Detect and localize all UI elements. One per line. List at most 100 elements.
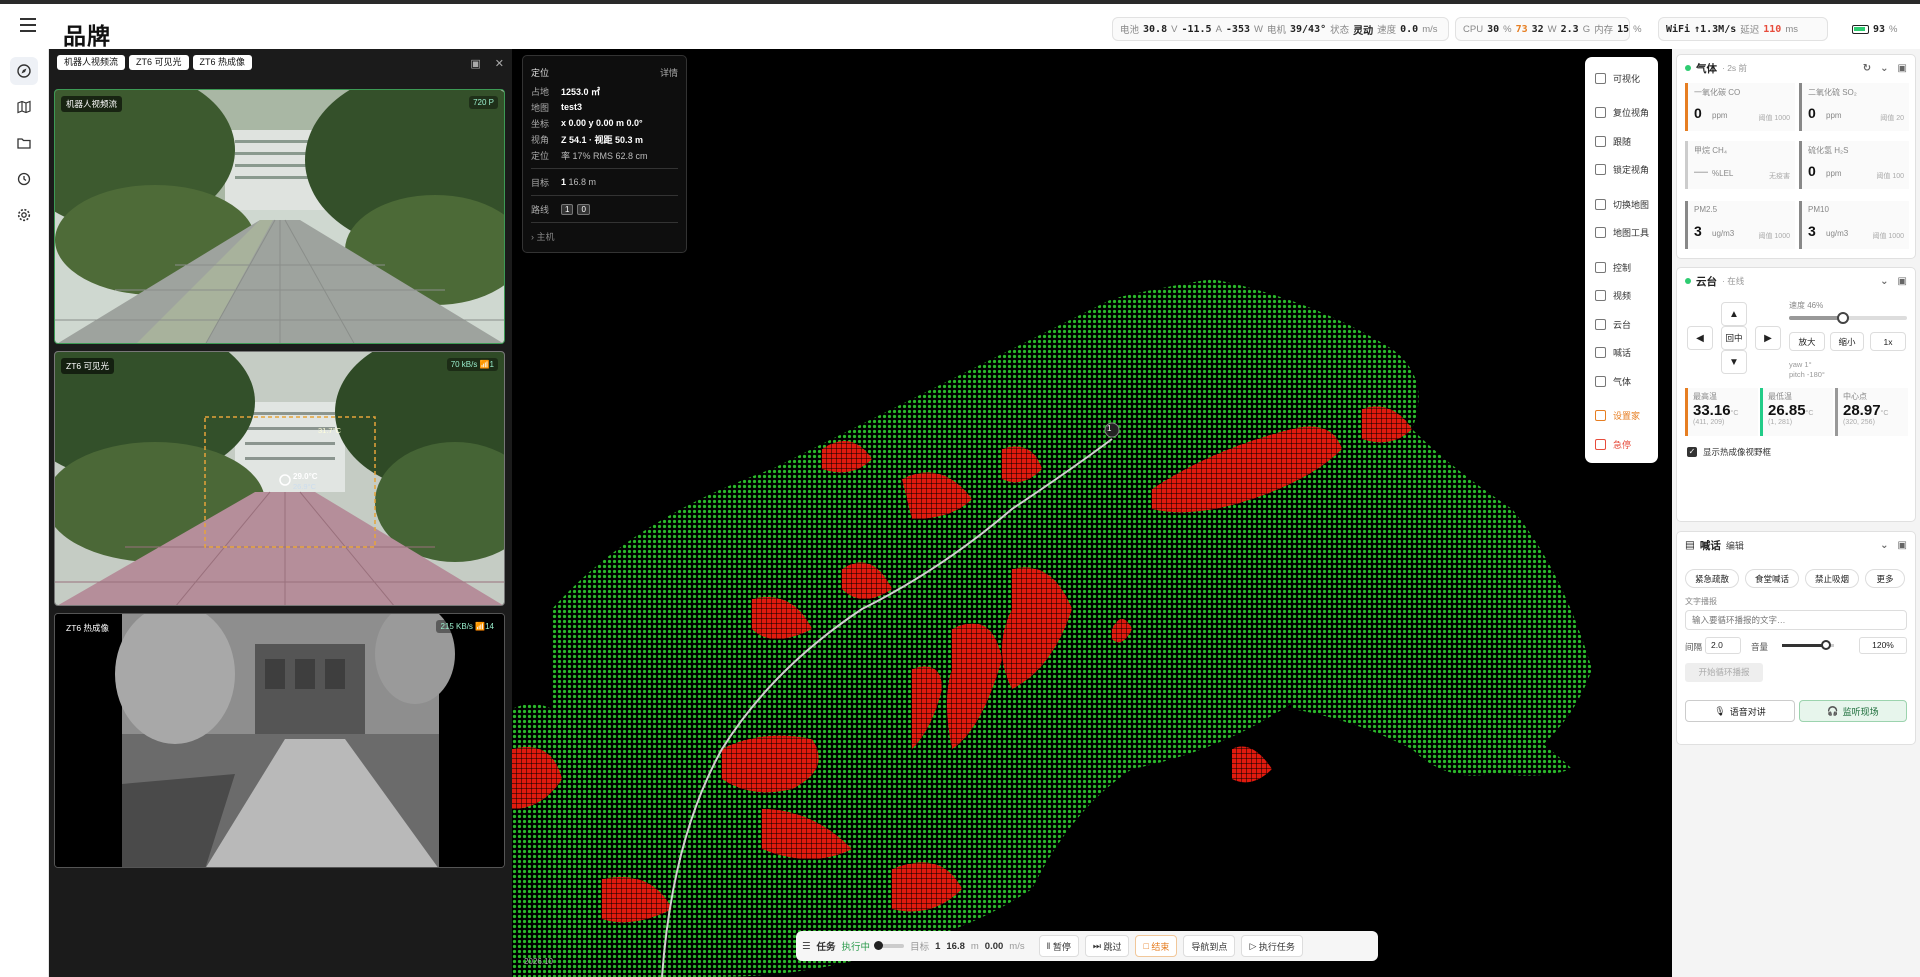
tool-control[interactable]: 控制 xyxy=(1585,253,1658,282)
ptz-right-button[interactable]: ▶ xyxy=(1755,326,1781,350)
robot-camera-image xyxy=(55,90,504,343)
mic-icon: 🎙 xyxy=(1714,705,1726,716)
nav-map[interactable] xyxy=(10,93,38,121)
popout-icon[interactable]: ▣ xyxy=(1898,63,1907,74)
ptz-speed-slider[interactable] xyxy=(1789,312,1907,324)
execute-task-button[interactable]: ▷ 执行任务 xyxy=(1241,935,1303,957)
feed-label: ZT6 热成像 xyxy=(61,620,114,636)
gas-co: 一氧化碳 CO 0 ppm 阈值 1000 xyxy=(1685,83,1795,131)
lock-icon xyxy=(1595,164,1606,176)
tool-ptz[interactable]: 云台 xyxy=(1585,310,1658,339)
tool-icon xyxy=(1595,227,1606,239)
ptz-speed-label: 速度 46% xyxy=(1789,301,1824,310)
feed-label: ZT6 可见光 xyxy=(61,358,114,374)
volume-slider[interactable] xyxy=(1782,640,1834,650)
chevron-down-icon[interactable]: ⌄ xyxy=(1880,63,1888,74)
ptz-center-button[interactable]: 回中 xyxy=(1721,326,1747,350)
nav-navigation[interactable] xyxy=(10,57,38,85)
popout-icon[interactable]: ▣ xyxy=(1898,540,1907,551)
chevron-down-icon[interactable]: ⌄ xyxy=(1880,540,1888,551)
tool-switch-map[interactable]: 切换地图 xyxy=(1585,190,1658,219)
video-panel: 机器人视频流 ZT6 可见光 ZT6 热成像 ▣ ✕ 机器人视频流 720 P xyxy=(49,49,512,977)
listen-button[interactable]: 🎧 监听现场 xyxy=(1799,700,1907,722)
feed-stat: 70 kB/s 📶1 xyxy=(446,358,498,371)
tool-visualize[interactable]: 可视化 xyxy=(1585,64,1658,93)
compass-icon xyxy=(17,64,31,78)
location-title: 定位 xyxy=(531,67,550,78)
tab-robot-stream[interactable]: 机器人视频流 xyxy=(57,55,126,70)
ptz-down-button[interactable]: ▼ xyxy=(1721,350,1747,374)
video-icon xyxy=(1595,290,1606,302)
chip-more[interactable]: 更多 xyxy=(1865,569,1905,588)
thermal-camera-image xyxy=(55,614,504,867)
feed-label: 机器人视频流 xyxy=(61,96,123,112)
tool-video[interactable]: 视频 xyxy=(1585,282,1658,311)
battery-status: 93% xyxy=(1845,17,1913,41)
temp-max-label: 31.7°C xyxy=(318,426,342,435)
tool-map-tools[interactable]: 地图工具 xyxy=(1585,219,1658,248)
show-fov-toggle[interactable]: ✓ 显示热成像视野框 xyxy=(1687,446,1771,458)
skip-button[interactable]: ⏭ 跳过 xyxy=(1084,935,1130,957)
edit-link[interactable]: 编辑 xyxy=(1726,539,1744,552)
map-icon xyxy=(17,100,31,114)
host-expander[interactable]: › 主机 xyxy=(531,228,678,244)
eye-icon xyxy=(1595,72,1606,84)
video-feed-thermal[interactable]: ZT6 热成像 215 KB/s 📶14 xyxy=(54,613,505,868)
nav-to-point-button[interactable]: 导航到点 xyxy=(1183,935,1236,957)
refresh-icon[interactable]: ↻ xyxy=(1863,63,1871,74)
zoom-level[interactable]: 1x xyxy=(1870,332,1906,351)
nav-files[interactable] xyxy=(10,129,38,157)
checkbox-icon[interactable]: ✓ xyxy=(1687,447,1697,457)
route-pill-a[interactable]: 1 xyxy=(561,203,574,215)
tool-reset-view[interactable]: 复位视角 xyxy=(1585,99,1658,128)
tool-lock-view[interactable]: 锁定视角 xyxy=(1585,156,1658,185)
zoom-out-button[interactable]: 缩小 xyxy=(1830,332,1864,351)
nav-history[interactable] xyxy=(10,165,38,193)
chip-evacuate[interactable]: 紧急疏散 xyxy=(1685,569,1739,588)
detail-toggle[interactable]: 详情 xyxy=(660,66,678,79)
gas-ch4: 甲烷 CH₄ — %LEL 无疫害 xyxy=(1685,141,1795,189)
layout-icon[interactable]: ▣ xyxy=(470,57,480,70)
chevron-down-icon[interactable]: ⌄ xyxy=(1880,276,1888,287)
control-icon xyxy=(1595,261,1606,273)
start-loop-button[interactable]: 开始循环播报 xyxy=(1685,663,1763,682)
video-feed-robot[interactable]: 机器人视频流 720 P xyxy=(54,89,505,344)
feed-stat: 720 P xyxy=(469,96,498,109)
tool-follow[interactable]: 跟随 xyxy=(1585,127,1658,156)
robot-status-group: 电池 30.8 V -11.5 A -353 W 电机 39/43° 状态 灵动 速度 0.0… xyxy=(1112,17,1449,41)
end-button[interactable]: □ 结束 xyxy=(1135,935,1178,957)
gas-icon xyxy=(1595,375,1606,387)
top-bar: 品牌 电池 30.8 V -11.5 A -353 W 电机 39/43° 状态 灵动 速度… xyxy=(0,0,1920,49)
chip-canteen[interactable]: 食堂喊话 xyxy=(1745,569,1799,588)
pause-button[interactable]: ‖ 暂停 xyxy=(1038,935,1079,957)
broadcast-text-input[interactable] xyxy=(1685,610,1907,630)
close-icon[interactable]: ✕ xyxy=(495,57,504,70)
tab-zt6-visible[interactable]: ZT6 可见光 xyxy=(129,55,189,70)
speaker-icon: ▤ xyxy=(1685,539,1695,551)
ptz-up-button[interactable]: ▲ xyxy=(1721,302,1747,326)
menu-icon[interactable] xyxy=(20,18,36,32)
volume-value[interactable]: 120% xyxy=(1859,637,1907,654)
route-pill-b[interactable]: 0 xyxy=(577,203,590,215)
ptz-left-button[interactable]: ◀ xyxy=(1687,326,1713,350)
zoom-in-button[interactable]: 放大 xyxy=(1789,332,1825,351)
follow-icon xyxy=(1595,135,1606,147)
loc-quality: 率 17% RMS 62.8 cm xyxy=(561,150,648,161)
battery-icon xyxy=(1852,24,1869,34)
right-panel: 气体 · 2s 前 ↻ ⌄ ▣ 一氧化碳 CO 0 ppm 阈值 1000 二氧化硫 SO… xyxy=(1672,49,1920,977)
gear-icon xyxy=(17,208,31,222)
popout-icon[interactable]: ▣ xyxy=(1898,276,1907,287)
home-icon xyxy=(1595,410,1606,422)
nav-settings[interactable] xyxy=(10,201,38,229)
tool-estop[interactable]: 急停 xyxy=(1585,430,1658,459)
temp-center: 中心点 28.97°C (320, 256) xyxy=(1835,388,1908,436)
interval-input[interactable]: 2.0 xyxy=(1705,637,1741,654)
tool-set-home[interactable]: 设置家 xyxy=(1585,402,1658,431)
voice-talk-button[interactable]: 🎙 语音对讲 xyxy=(1685,700,1795,722)
video-feed-visible[interactable]: ZT6 可见光 70 kB/s 📶1 31.7°C 29.0°C 26.9°C xyxy=(54,351,505,606)
gas-so2: 二氧化硫 SO₂ 0 ppm 阈值 20 xyxy=(1799,83,1909,131)
tab-zt6-thermal[interactable]: ZT6 热成像 xyxy=(192,55,253,70)
tool-gas[interactable]: 气体 xyxy=(1585,367,1658,396)
chip-no-smoking[interactable]: 禁止吸烟 xyxy=(1805,569,1859,588)
tool-speaker[interactable]: 喊话 xyxy=(1585,339,1658,368)
